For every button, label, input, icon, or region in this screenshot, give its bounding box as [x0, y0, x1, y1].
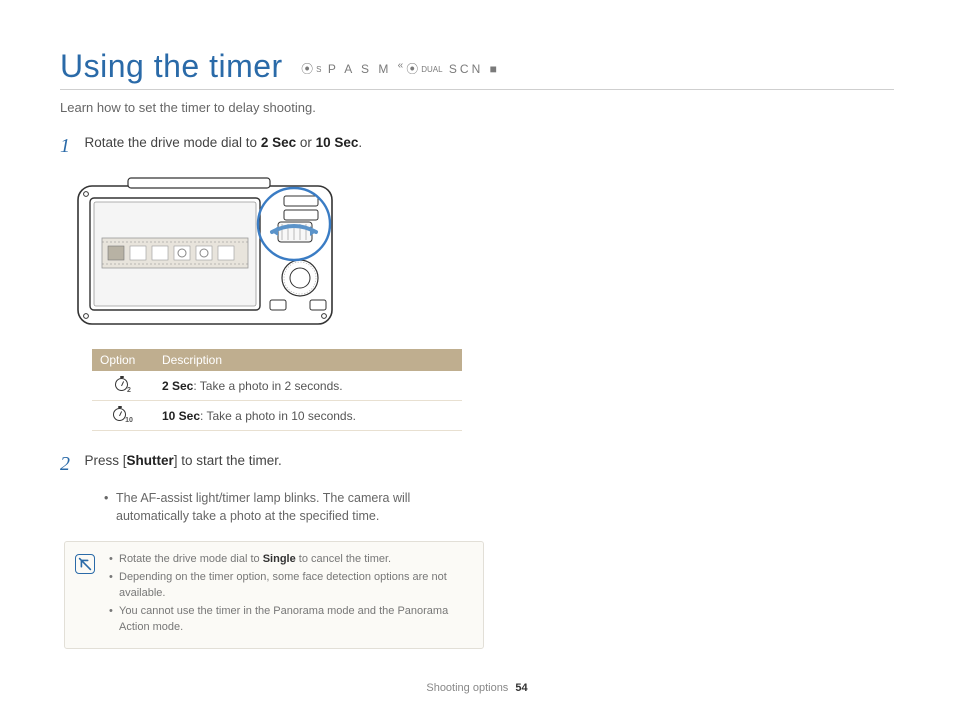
list-item: The AF-assist light/timer lamp blinks. T… — [104, 490, 464, 525]
title-divider — [60, 89, 894, 90]
step-number: 2 — [60, 453, 80, 476]
table-row: 2 2 Sec: Take a photo in 2 seconds. — [92, 371, 462, 401]
mode-indicators: ⦿S P A S M «⦿DUAL SCN ■ — [301, 60, 500, 77]
footer-section: Shooting options — [426, 682, 508, 694]
step-2: 2 Press [Shutter] to start the timer. — [60, 453, 500, 476]
timer-10s-icon: 10 — [92, 401, 154, 431]
step-number: 1 — [60, 135, 80, 158]
list-item: You cannot use the timer in the Panorama… — [109, 604, 471, 636]
step-1: 1 Rotate the drive mode dial to 2 Sec or… — [60, 135, 500, 158]
page-title: Using the timer — [60, 48, 283, 85]
table-header-option: Option — [92, 349, 154, 371]
list-item: Rotate the drive mode dial to Single to … — [109, 552, 471, 568]
table-header-description: Description — [154, 349, 462, 371]
dual-icon: «⦿DUAL — [398, 62, 443, 76]
intro-text: Learn how to set the timer to delay shoo… — [60, 100, 894, 115]
camera-s-icon: ⦿S — [301, 62, 321, 76]
content-column: 1 Rotate the drive mode dial to 2 Sec or… — [60, 135, 500, 649]
table-cell: 10 Sec: Take a photo in 10 seconds. — [154, 401, 462, 431]
note-icon — [75, 554, 95, 574]
note-box: Rotate the drive mode dial to Single to … — [64, 541, 484, 649]
step-text: Press [Shutter] to start the timer. — [84, 453, 281, 468]
step-text: Rotate the drive mode dial to 2 Sec or 1… — [84, 135, 362, 150]
table-row: 10 10 Sec: Take a photo in 10 seconds. — [92, 401, 462, 431]
page-footer: Shooting options 54 — [0, 682, 954, 694]
scn-label: SCN — [449, 62, 483, 76]
page-number: 54 — [515, 682, 527, 694]
step-2-bullets: The AF-assist light/timer lamp blinks. T… — [104, 490, 500, 525]
list-item: Depending on the timer option, some face… — [109, 570, 471, 602]
movie-icon: ■ — [490, 62, 500, 76]
mode-letters: P A S M — [328, 62, 391, 76]
timer-2s-icon: 2 — [92, 371, 154, 401]
camera-illustration — [72, 172, 500, 337]
options-table: Option Description 2 2 Sec: Take a photo… — [92, 349, 462, 431]
table-cell: 2 Sec: Take a photo in 2 seconds. — [154, 371, 462, 401]
